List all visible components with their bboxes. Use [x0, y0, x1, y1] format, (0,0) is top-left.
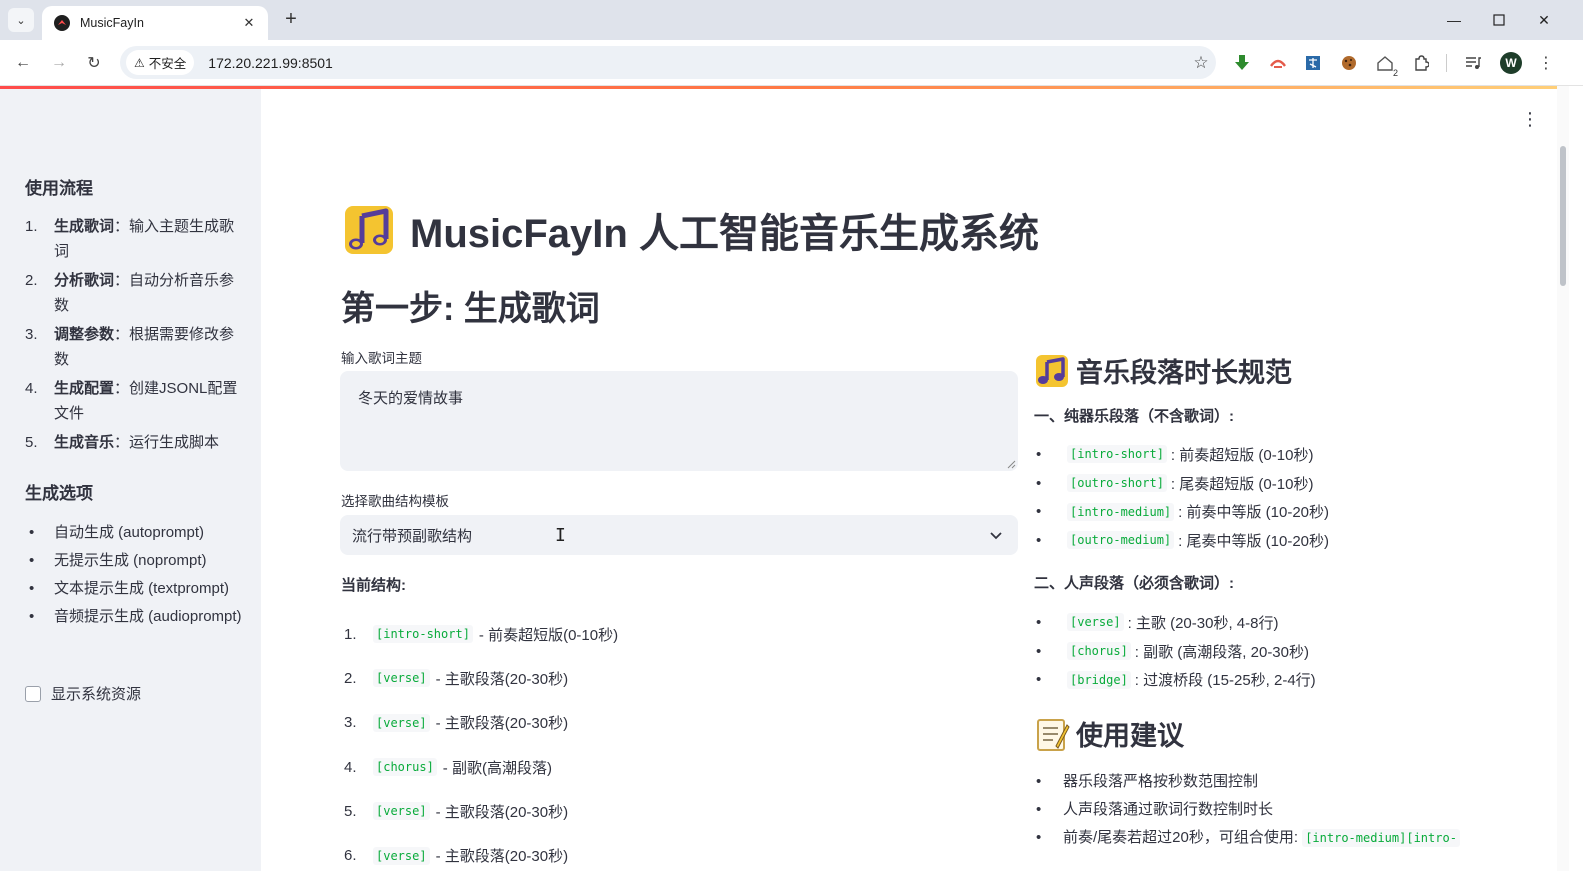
structure-item: 2. [verse] - 主歌段落(20-30秒) [344, 669, 569, 688]
new-tab-plus-icon[interactable]: + [279, 8, 303, 32]
spec-item: • [intro-medium]: 前奏中等版 (10-20秒) [1036, 502, 1330, 522]
media-control-icon[interactable] [1462, 52, 1484, 74]
workflow-step: 3. 调整参数：根据需要修改参数 [25, 326, 235, 368]
vertical-scrollbar[interactable] [1557, 86, 1569, 871]
tips-heading: 使用建议 [1034, 714, 1184, 753]
spec-item: • [outro-short]: 尾奏超短版 (0-10秒) [1036, 474, 1314, 493]
instrumental-list: • [intro-short]: 前奏超短版 (0-10秒) • [outro-sh… [1034, 440, 1534, 555]
spec-heading: 音乐段落时长规范 [1034, 351, 1292, 390]
cookie-extension-icon[interactable] [1338, 52, 1360, 74]
extension-badge: 2 [1392, 68, 1398, 78]
current-structure-label: 当前结构: [341, 577, 406, 594]
spec-item: • [bridge]: 过渡桥段 (15-25秒, 2-4行) [1036, 670, 1316, 690]
tip-item: • 器乐段落严格按秒数范围控制 [1036, 773, 1259, 790]
home-extension-icon[interactable]: 2 [1374, 52, 1398, 78]
translate-extension-icon[interactable] [1302, 52, 1324, 74]
workflow-step: 4. 生成配置：创建JSONL配置文件 [25, 380, 238, 422]
vocal-list: • [verse]: 主歌 (20-30秒, 4-8行) • [chorus]: 副… [1034, 608, 1534, 694]
browser-tab-strip: ⌄ MusicFayIn ✕ + — ✕ [0, 0, 1583, 40]
template-selected-value: 流行带预副歌结构 [352, 527, 473, 545]
main-content: ⋮ MusicFayIn 人工智能音乐生成系统 第一步: 生成歌词 输入歌词主题… [261, 89, 1557, 871]
mask-extension-icon[interactable] [1267, 52, 1289, 74]
spec-item: • [intro-short]: 前奏超短版 (0-10秒) [1036, 445, 1314, 464]
structure-item: 3. [verse] - 主歌段落(20-30秒) [344, 713, 569, 733]
workflow-step: 1. 生成歌词：输入主题生成歌词 [25, 218, 235, 260]
structure-item: 5. [verse] - 主歌段落(20-30秒) [344, 802, 569, 821]
music-note-icon [345, 206, 393, 254]
memo-icon [1037, 718, 1070, 751]
page-title: MusicFayIn 人工智能音乐生成系统 [342, 201, 1039, 259]
window-edge [1569, 86, 1583, 871]
tips-list: • 器乐段落严格按秒数范围控制 • 人声段落通过歌词行数控制时长 • 前奏/尾奏若超过… [1034, 768, 1544, 852]
text-cursor-icon: I [555, 525, 566, 546]
theme-field-label: 输入歌词主题 [341, 351, 422, 366]
workflow-steps: 1. 生成歌词：输入主题生成歌词 2. 分析歌词：自动分析音乐参数 3. 调整参… [25, 214, 240, 459]
chevron-down-icon[interactable] [986, 528, 1006, 543]
close-tab-icon[interactable]: ✕ [240, 15, 258, 31]
template-field-label: 选择歌曲结构模板 [341, 494, 449, 509]
music-note-icon [1036, 354, 1068, 387]
theme-textarea[interactable]: 冬天的爱情故事 [340, 371, 1018, 471]
tips-heading-text: 使用建议 [1076, 721, 1184, 751]
option-item: • 音频提示生成 (audioprompt) [29, 608, 242, 625]
workflow-heading: 使用流程 [25, 179, 93, 198]
structure-item: 6. [verse] - 主歌段落(20-30秒) [344, 846, 569, 866]
option-item: • 自动生成 (autoprompt) [29, 524, 205, 541]
address-bar[interactable]: ⚠ 不安全 172.20.221.99:8501 ☆ [120, 46, 1216, 79]
app-menu-icon[interactable]: ⋮ [1521, 109, 1539, 130]
browser-toolbar: ← → ↻ ⚠ 不安全 172.20.221.99:8501 ☆ 2 W ⋮ [0, 40, 1583, 86]
tab-search-chevron-icon[interactable]: ⌄ [8, 8, 34, 32]
spec-item: • [verse]: 主歌 (20-30秒, 4-8行) [1036, 613, 1279, 632]
site-info-chip[interactable]: ⚠ 不安全 [126, 50, 195, 75]
back-arrow-icon[interactable]: ← [10, 50, 36, 76]
spec-item: • [chorus]: 副歌 (高潮段落, 20-30秒) [1036, 642, 1309, 661]
structure-list: 1. [intro-short] - 前奏超短版(0-10秒) 2. [verse] -… [341, 612, 618, 871]
instrumental-heading: 一、纯器乐段落（不含歌词）: [1034, 408, 1234, 425]
bookmark-star-icon[interactable]: ☆ [1186, 53, 1216, 73]
option-item: • 文本提示生成 (textprompt) [29, 580, 230, 597]
streamlit-favicon-icon [54, 15, 70, 31]
browser-tab[interactable]: MusicFayIn ✕ [42, 6, 268, 40]
reload-icon[interactable]: ↻ [81, 50, 107, 76]
resize-handle-icon[interactable] [1006, 459, 1016, 469]
toolbar-divider [1446, 54, 1447, 72]
workflow-step: 5. 生成音乐：运行生成脚本 [25, 434, 220, 451]
generation-options: • 自动生成 (autoprompt) • 无提示生成 (noprompt) • 文本… [25, 520, 250, 632]
extensions-puzzle-icon[interactable] [1410, 52, 1432, 74]
url-text[interactable]: 172.20.221.99:8501 [208, 55, 1186, 71]
minimize-window-icon[interactable]: — [1432, 0, 1476, 40]
option-item: • 无提示生成 (noprompt) [29, 552, 207, 569]
show-resources-checkbox[interactable] [25, 685, 41, 702]
scrollbar-thumb[interactable] [1560, 146, 1566, 286]
streamlit-app: 使用流程 1. 生成歌词：输入主题生成歌词 2. 分析歌词：自动分析音乐参数 3… [0, 86, 1583, 871]
tip-item: • 人声段落通过歌词行数控制时长 [1036, 801, 1274, 818]
close-window-icon[interactable]: ✕ [1522, 0, 1566, 40]
vocal-heading: 二、人声段落（必须含歌词）: [1034, 575, 1234, 592]
maximize-window-icon[interactable] [1477, 0, 1521, 40]
options-heading: 生成选项 [25, 484, 93, 503]
tip-item: • 前奏/尾奏若超过20秒，可组合使用: [intro-medium][intro… [1034, 824, 1544, 852]
workflow-step: 2. 分析歌词：自动分析音乐参数 [25, 272, 235, 314]
step-heading: 第一步: 生成歌词 [341, 290, 600, 328]
warning-triangle-icon: ⚠ [134, 55, 145, 70]
show-resources-toggle[interactable]: 显示系统资源 [25, 683, 141, 704]
sidebar: 使用流程 1. 生成歌词：输入主题生成歌词 2. 分析歌词：自动分析音乐参数 3… [0, 89, 261, 871]
spec-item: • [outro-medium]: 尾奏中等版 (10-20秒) [1036, 531, 1330, 550]
show-resources-label: 显示系统资源 [51, 686, 142, 703]
structure-item: 4. [chorus] - 副歌(高潮段落) [344, 758, 552, 777]
tab-title: MusicFayIn [80, 16, 144, 30]
theme-value: 冬天的爱情故事 [358, 390, 464, 407]
insecure-label: 不安全 [148, 57, 187, 71]
download-extension-icon[interactable] [1231, 52, 1253, 74]
profile-avatar[interactable]: W [1500, 52, 1522, 74]
spec-heading-text: 音乐段落时长规范 [1076, 358, 1292, 388]
forward-arrow-icon[interactable]: → [46, 50, 72, 76]
page-title-text: MusicFayIn 人工智能音乐生成系统 [410, 212, 1039, 256]
template-select[interactable]: 流行带预副歌结构 [340, 515, 1018, 555]
structure-item: 1. [intro-short] - 前奏超短版(0-10秒) [344, 625, 619, 644]
browser-menu-icon[interactable]: ⋮ [1538, 52, 1554, 74]
